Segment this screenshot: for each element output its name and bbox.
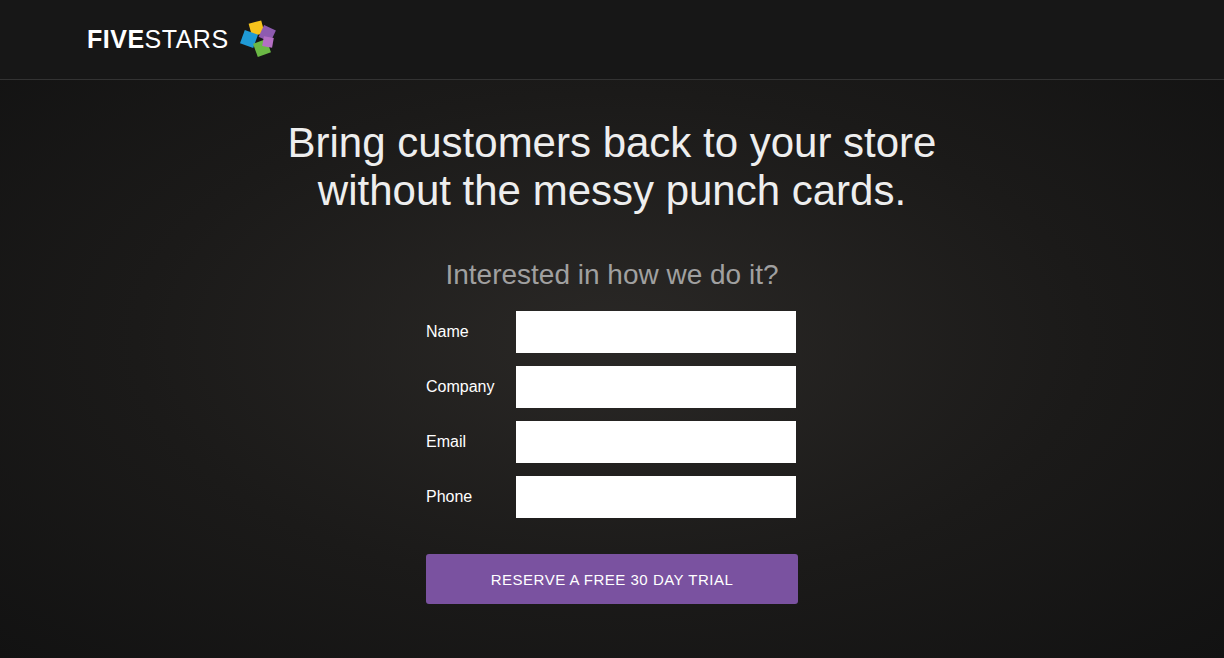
- signup-form: Name Company Email Phone RESERVE A FREE 30 D…: [426, 311, 798, 604]
- headline-line: Bring customers back to your store: [288, 119, 937, 167]
- field-label: Company: [426, 378, 516, 396]
- form-row: Name: [426, 311, 798, 353]
- headline-line: without the messy punch cards.: [318, 167, 906, 215]
- colored-squares-icon: [239, 19, 281, 61]
- text-input[interactable]: [516, 311, 796, 353]
- field-label: Email: [426, 433, 516, 451]
- hero-section: Bring customers back to your storewithou…: [0, 80, 1224, 658]
- fivestars-logo[interactable]: FIVESTARS: [87, 19, 281, 61]
- top-bar: FIVESTARS: [0, 0, 1224, 80]
- field-label: Name: [426, 323, 516, 341]
- field-label: Phone: [426, 488, 516, 506]
- headline: Bring customers back to your storewithou…: [288, 119, 937, 215]
- text-input[interactable]: [516, 476, 796, 518]
- form-row: Company: [426, 366, 798, 408]
- text-input[interactable]: [516, 366, 796, 408]
- landing-page: FIVESTARS Bring customers back to your st…: [0, 0, 1224, 658]
- trial-button[interactable]: RESERVE A FREE 30 DAY TRIAL: [426, 554, 798, 604]
- subheadline: Interested in how we do it?: [445, 258, 778, 292]
- form-row: Phone: [426, 476, 798, 518]
- logo-text: FIVESTARS: [87, 25, 229, 54]
- form-row: Email: [426, 421, 798, 463]
- text-input[interactable]: [516, 421, 796, 463]
